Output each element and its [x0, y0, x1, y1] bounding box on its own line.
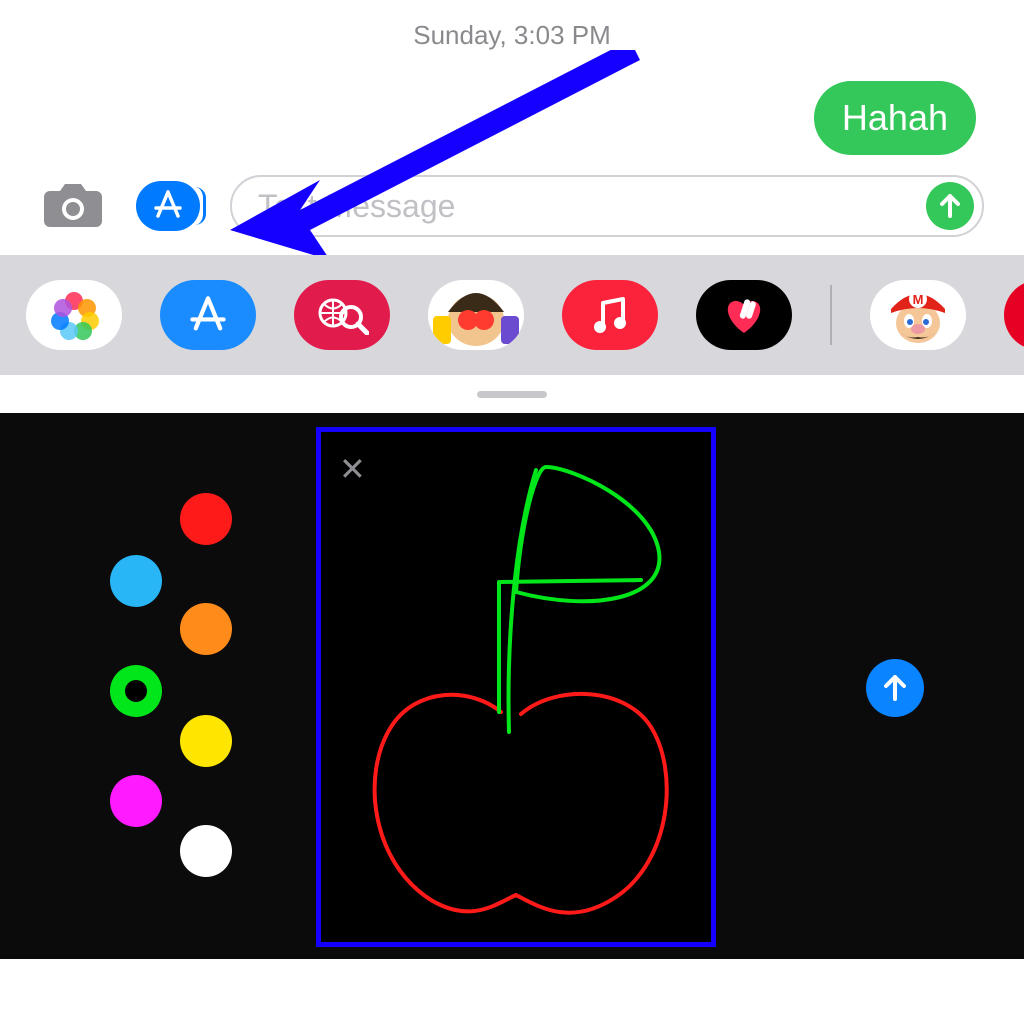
- svg-text:M: M: [913, 292, 924, 307]
- drawer-app-pinterest[interactable]: [1004, 280, 1024, 350]
- camera-icon[interactable]: [40, 181, 106, 231]
- drawing-content: [321, 432, 711, 942]
- color-swatch-green[interactable]: [110, 665, 162, 717]
- music-note-icon: [593, 295, 627, 335]
- drawer-app-store[interactable]: [160, 280, 256, 350]
- drawer-handle-area[interactable]: [0, 375, 1024, 413]
- message-input-placeholder: Text Message: [258, 188, 926, 225]
- drawing-canvas[interactable]: ✕: [316, 427, 716, 947]
- drawer-divider: [830, 285, 832, 345]
- mario-icon: M: [883, 285, 953, 345]
- apps-icon[interactable]: [136, 181, 200, 231]
- color-swatch-skyblue[interactable]: [110, 555, 162, 607]
- drag-handle-icon: [477, 391, 547, 398]
- message-input[interactable]: Text Message: [230, 175, 984, 237]
- send-drawing-button[interactable]: [866, 659, 924, 717]
- message-row: Hahah: [0, 51, 1024, 175]
- search-globe-icon: [315, 295, 369, 335]
- drawer-app-photos[interactable]: [26, 280, 122, 350]
- drawer-app-music[interactable]: [562, 280, 658, 350]
- photos-icon: [54, 295, 94, 335]
- drawer-app-memoji[interactable]: [428, 280, 524, 350]
- appstore-icon: [188, 295, 228, 335]
- color-swatch-magenta[interactable]: [110, 775, 162, 827]
- color-swatch-red[interactable]: [180, 493, 232, 545]
- color-swatch-white[interactable]: [180, 825, 232, 877]
- send-button[interactable]: [926, 182, 974, 230]
- drawer-app-images[interactable]: [294, 280, 390, 350]
- color-palette: [80, 493, 260, 873]
- color-swatch-yellow[interactable]: [180, 715, 232, 767]
- arrow-up-icon: [881, 674, 909, 702]
- compose-row: Text Message: [0, 175, 1024, 255]
- conversation-timestamp: Sunday, 3:03 PM: [0, 0, 1024, 51]
- digital-touch-panel: ✕: [0, 413, 1024, 959]
- imessage-app-drawer[interactable]: M: [0, 255, 1024, 375]
- drawer-app-mario[interactable]: M: [870, 280, 966, 350]
- heart-fingers-icon: [719, 293, 769, 337]
- drawer-app-digital-touch[interactable]: [696, 280, 792, 350]
- color-swatch-orange[interactable]: [180, 603, 232, 655]
- message-bubble-outgoing[interactable]: Hahah: [814, 81, 976, 155]
- close-icon[interactable]: ✕: [339, 450, 366, 488]
- memoji-icon: [428, 280, 524, 350]
